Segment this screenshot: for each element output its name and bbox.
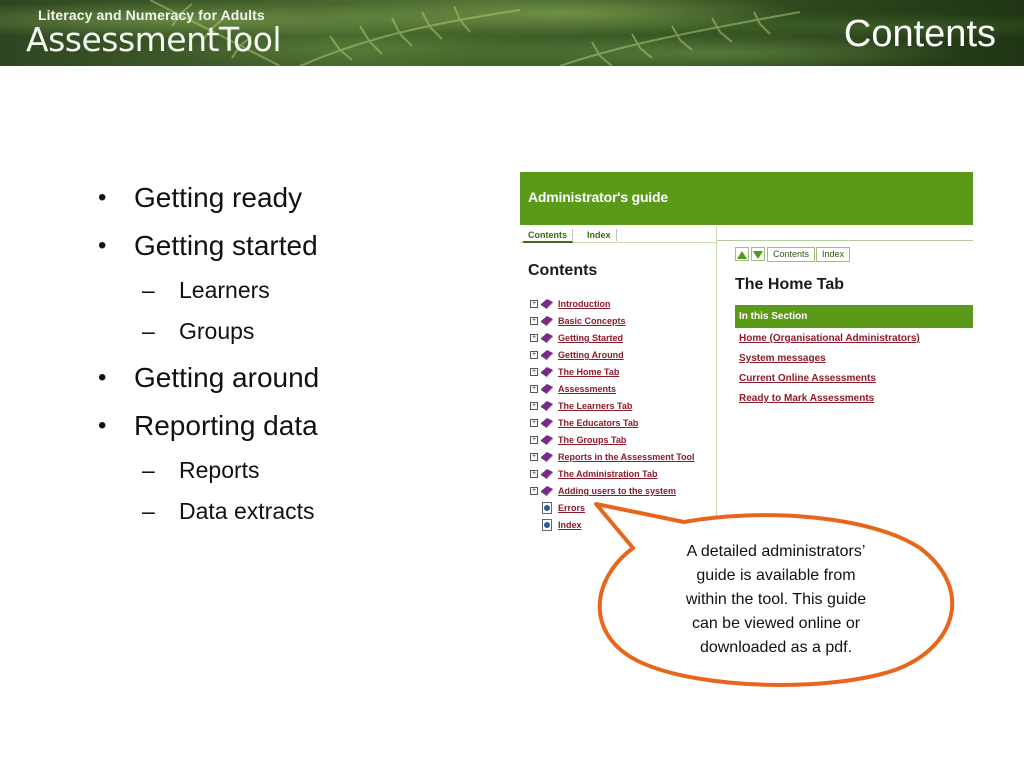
callout-line: can be viewed online or [691,615,861,632]
callout-line: guide is available from [696,567,856,584]
callout-line: within the tool. This guide [685,591,867,608]
callout-line: A detailed administrators’ [686,543,866,560]
callout-text: A detailed administrators’ guide is avai… [650,540,902,660]
callout-line: downloaded as a pdf. [699,639,853,656]
